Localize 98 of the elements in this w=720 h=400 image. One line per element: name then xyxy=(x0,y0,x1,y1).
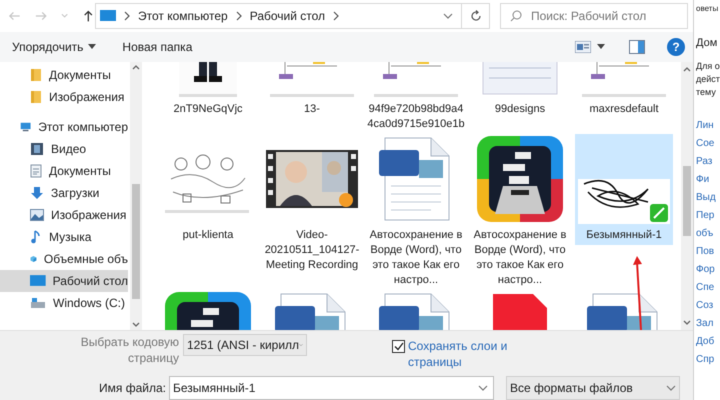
sidebar-item[interactable]: Изображения xyxy=(0,86,128,108)
scrollbar-thumb[interactable] xyxy=(683,166,691,236)
caret-icon[interactable] xyxy=(597,44,605,50)
breadcrumb[interactable]: Рабочий стол xyxy=(250,7,326,25)
pane-link[interactable]: Пов xyxy=(696,242,720,260)
computer-icon xyxy=(20,120,32,134)
document-icon xyxy=(30,164,42,178)
file-tile[interactable]: Video-20210511_104127-Meeting Recording xyxy=(263,134,361,275)
preview-pane-icon[interactable] xyxy=(629,40,645,54)
sidebar-item[interactable]: Объемные объ xyxy=(0,248,128,270)
codepage-select[interactable]: 1251 (ANSI - кирилл xyxy=(183,334,307,356)
file-tile[interactable]: 2nT9NeGqVjc xyxy=(159,62,257,119)
field-label: Имя файла: xyxy=(98,380,167,397)
refresh-icon xyxy=(470,10,482,22)
breadcrumb[interactable]: Этот компьютер xyxy=(138,7,228,25)
file-name: Video-20210511_104127-Meeting Recording xyxy=(264,228,360,273)
file-type-select[interactable]: Все форматы файлов xyxy=(506,376,680,400)
pane-text: тему xyxy=(696,86,717,98)
sidebar-item[interactable]: Windows (C:) xyxy=(0,292,128,314)
file-name: put-klienta xyxy=(182,228,234,243)
field-label: Выбрать кодовую страницу xyxy=(80,334,180,366)
scroll-up-icon[interactable] xyxy=(683,66,691,72)
folder-icon xyxy=(30,90,42,104)
sidebar-item[interactable]: Загрузки xyxy=(0,182,128,204)
pane-link[interactable]: Соз xyxy=(696,296,720,314)
pane-link[interactable]: Спр xyxy=(696,350,720,368)
chevron-icon[interactable] xyxy=(332,11,340,21)
file-name: maxresdefault xyxy=(588,102,660,117)
file-tile[interactable]: 94f9e720b98bd9a44ca0d9715e910e1b xyxy=(367,62,465,134)
chevron-icon[interactable] xyxy=(234,11,243,21)
pane-link[interactable]: Лин xyxy=(696,116,720,134)
app-icon xyxy=(475,134,565,224)
pane-link[interactable]: Сое xyxy=(696,134,720,152)
pane-link[interactable]: Спе xyxy=(696,278,720,296)
sidebar-item[interactable]: Документы xyxy=(0,160,128,182)
file-tile[interactable]: Автосохранение в Ворде (Word), что это такое Как его настро... xyxy=(471,134,569,290)
file-name: 94f9e720b98bd9a44ca0d9715e910e1b xyxy=(367,102,465,132)
file-name: 2nT9NeGqVjc xyxy=(172,102,244,117)
checkmark-icon xyxy=(394,342,404,351)
search-icon xyxy=(510,10,522,22)
file-tile[interactable]: put-klienta xyxy=(159,134,257,245)
scroll-down-icon[interactable] xyxy=(132,322,140,328)
drive-icon xyxy=(30,297,46,309)
pane-link[interactable]: Пер xyxy=(696,206,720,224)
pane-link[interactable]: Фи xyxy=(696,170,720,188)
search-field[interactable]: Поиск: Рабочий стол xyxy=(500,3,688,29)
up-arrow-icon[interactable] xyxy=(82,9,95,23)
address-bar[interactable]: Этот компьютер Рабочий стол xyxy=(95,3,490,29)
sidebar-item[interactable]: Видео xyxy=(0,138,128,160)
scrollbar-thumb[interactable] xyxy=(132,184,140,298)
folder-icon xyxy=(30,68,42,82)
pane-tab[interactable]: оветы xyxy=(696,3,718,15)
pane-link[interactable]: Раз xyxy=(696,152,720,170)
scrollbar[interactable] xyxy=(681,62,693,330)
chevron-icon[interactable] xyxy=(123,11,131,21)
file-name: Автосохранение в Ворде (Word), что это такое Как его настро... xyxy=(472,228,568,288)
dropdown-icon[interactable] xyxy=(478,384,488,391)
organize-button[interactable]: Упорядочить xyxy=(12,35,96,59)
help-button[interactable]: ? xyxy=(667,38,685,56)
sidebar-item[interactable]: Музыка xyxy=(0,226,128,248)
pane-link[interactable]: Фор xyxy=(696,260,720,278)
scroll-down-icon[interactable] xyxy=(683,320,691,326)
scroll-up-icon[interactable] xyxy=(132,64,140,70)
file-name: Автосохранение в Ворде (Word), что это такое Как его настро... xyxy=(368,228,464,288)
file-tile[interactable]: 13- xyxy=(263,62,361,119)
sidebar-item[interactable]: Изображения xyxy=(0,204,128,226)
view-options-icon[interactable] xyxy=(575,41,591,53)
sidebar-item[interactable]: Документы xyxy=(0,64,128,86)
checkbox[interactable] xyxy=(392,340,405,353)
pane-link[interactable]: Зал xyxy=(696,314,720,332)
dropdown-icon xyxy=(666,384,676,391)
dropdown-icon[interactable] xyxy=(443,13,453,19)
file-name: 99designs xyxy=(494,102,546,117)
file-tile[interactable]: Автосохранение в Ворде (Word), что это такое Как его настро... xyxy=(367,134,465,290)
pane-text: Для о xyxy=(696,60,720,72)
sidebar-item[interactable]: Этот компьютер xyxy=(0,116,128,138)
new-folder-button[interactable]: Новая папка xyxy=(122,35,192,59)
file-name: Безымянный-1 xyxy=(585,228,663,243)
music-note-icon xyxy=(30,230,42,244)
file-tile[interactable]: Безымянный-1 xyxy=(575,134,673,245)
pane-heading: Дом xyxy=(696,36,718,51)
file-name: 13- xyxy=(303,102,321,117)
file-tile[interactable]: 99designs xyxy=(471,62,569,119)
pane-link[interactable]: объ xyxy=(696,224,720,242)
computer-icon xyxy=(100,10,116,22)
checkbox-label[interactable]: Сохранять слои и страницы xyxy=(408,338,508,370)
scrollbar[interactable] xyxy=(130,62,142,330)
pane-link[interactable]: Выд xyxy=(696,188,720,206)
caret-icon xyxy=(88,44,96,50)
file-tile[interactable]: maxresdefault xyxy=(575,62,673,119)
pane-link[interactable]: Доб xyxy=(696,332,720,350)
desktop-icon xyxy=(30,275,46,287)
download-icon xyxy=(30,186,44,200)
film-icon xyxy=(30,142,44,156)
file-name-field[interactable]: Безымянный-1 xyxy=(169,376,494,400)
image-icon xyxy=(30,209,44,221)
pane-text: дейст xyxy=(696,72,720,86)
sidebar-item[interactable]: Рабочий стол xyxy=(0,270,128,292)
